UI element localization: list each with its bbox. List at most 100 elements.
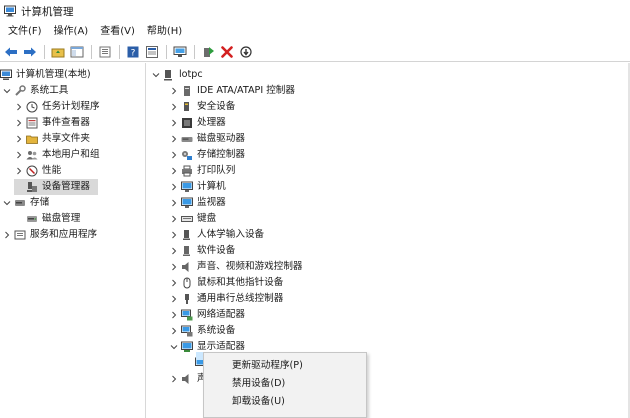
device-category-storage-controllers[interactable]: 存储控制器 bbox=[169, 147, 245, 163]
expand-arrow-icon[interactable] bbox=[169, 131, 179, 147]
device-category-computer[interactable]: 计算机 bbox=[169, 179, 226, 195]
device-root[interactable]: lotpc bbox=[151, 67, 203, 83]
processor-icon bbox=[181, 117, 193, 129]
tree-label: 服务和应用程序 bbox=[30, 229, 98, 240]
tree-item-root[interactable]: 计算机管理(本地) bbox=[0, 67, 91, 83]
device-category-software-devices[interactable]: 软件设备 bbox=[169, 243, 235, 259]
device-category-system-devices[interactable]: 系统设备 bbox=[169, 323, 235, 339]
toolbar-separator bbox=[166, 44, 167, 59]
device-category-label: 系统设备 bbox=[197, 325, 236, 336]
disk-management-icon bbox=[26, 213, 38, 225]
device-category-disk-drives[interactable]: 磁盘驱动器 bbox=[169, 131, 245, 147]
tree-item-storage[interactable]: 存储 bbox=[2, 195, 49, 211]
device-category-label: 处理器 bbox=[197, 117, 226, 128]
device-category-mice[interactable]: 鼠标和其他指针设备 bbox=[169, 275, 283, 291]
device-category-usb[interactable]: 通用串行总线控制器 bbox=[169, 291, 283, 307]
menu-help[interactable]: 帮助(H) bbox=[141, 23, 188, 41]
expand-arrow-icon[interactable] bbox=[169, 115, 179, 131]
expand-arrow-icon[interactable] bbox=[169, 291, 179, 307]
expand-arrow-icon[interactable] bbox=[169, 179, 179, 195]
menu-file[interactable]: 文件(F) bbox=[2, 23, 48, 41]
device-category-sound[interactable]: 声音、视频和游戏控制器 bbox=[169, 259, 303, 275]
device-category-print-queues[interactable]: 打印队列 bbox=[169, 163, 235, 179]
system-device-icon bbox=[181, 325, 193, 337]
collapse-arrow-icon[interactable] bbox=[151, 67, 161, 83]
expand-arrow-icon[interactable] bbox=[169, 195, 179, 211]
back-arrow-icon[interactable] bbox=[2, 43, 20, 61]
up-folder-icon[interactable] bbox=[49, 43, 67, 61]
expand-arrow-icon[interactable] bbox=[169, 99, 179, 115]
expand-arrow-icon[interactable] bbox=[2, 227, 12, 243]
update-driver-icon[interactable] bbox=[199, 43, 217, 61]
collapse-arrow-icon[interactable] bbox=[169, 339, 179, 355]
show-hide-tree-icon[interactable] bbox=[68, 43, 86, 61]
tree-item-disk-management[interactable]: 磁盘管理 bbox=[26, 211, 80, 227]
computer-monitor-icon[interactable] bbox=[171, 43, 189, 61]
collapse-arrow-icon[interactable] bbox=[2, 83, 12, 99]
expand-arrow-icon[interactable] bbox=[169, 323, 179, 339]
tree-item-shared-folders[interactable]: 共享文件夹 bbox=[14, 131, 90, 147]
event-log-icon bbox=[26, 117, 38, 129]
shared-folder-icon bbox=[26, 133, 38, 145]
expand-arrow-icon[interactable] bbox=[14, 99, 24, 115]
device-category-label: IDE ATA/ATAPI 控制器 bbox=[197, 85, 295, 96]
device-category-processor[interactable]: 处理器 bbox=[169, 115, 226, 131]
computer-monitor-icon bbox=[181, 181, 193, 193]
device-category-ide[interactable]: IDE ATA/ATAPI 控制器 bbox=[169, 83, 295, 99]
device-category-network-adapters[interactable]: 网络适配器 bbox=[169, 307, 245, 323]
expand-arrow-icon[interactable] bbox=[169, 211, 179, 227]
help-icon[interactable]: ? bbox=[124, 43, 142, 61]
expand-arrow-icon[interactable] bbox=[169, 259, 179, 275]
device-category-keyboards[interactable]: 键盘 bbox=[169, 211, 216, 227]
menu-action[interactable]: 操作(A) bbox=[48, 23, 95, 41]
collapse-arrow-icon[interactable] bbox=[2, 195, 12, 211]
uninstall-x-icon[interactable] bbox=[218, 43, 236, 61]
speaker-icon bbox=[181, 373, 193, 385]
tree-label: 计算机管理(本地) bbox=[16, 69, 91, 80]
expand-arrow-icon[interactable] bbox=[14, 115, 24, 131]
computer-name: lotpc bbox=[179, 69, 203, 80]
computer-management-icon bbox=[0, 69, 12, 81]
toolbar-separator bbox=[91, 44, 92, 59]
expand-arrow-icon[interactable] bbox=[169, 83, 179, 99]
context-update-driver[interactable]: 更新驱动程序(P) bbox=[204, 357, 366, 375]
disable-device-icon[interactable] bbox=[237, 43, 255, 61]
device-category-hid[interactable]: 人体学输入设备 bbox=[169, 227, 264, 243]
display-adapter-icon bbox=[181, 341, 193, 353]
window-title: 计算机管理 bbox=[21, 5, 74, 18]
monitor-icon bbox=[181, 197, 193, 209]
device-category-monitors[interactable]: 监视器 bbox=[169, 195, 226, 211]
tree-item-event-viewer[interactable]: 事件查看器 bbox=[14, 115, 90, 131]
context-disable-device[interactable]: 禁用设备(D) bbox=[204, 375, 366, 393]
tree-label: 设备管理器 bbox=[42, 181, 90, 192]
expand-arrow-icon[interactable] bbox=[169, 275, 179, 291]
expand-arrow-icon[interactable] bbox=[169, 227, 179, 243]
expand-arrow-icon[interactable] bbox=[169, 163, 179, 179]
context-uninstall-device[interactable]: 卸载设备(U) bbox=[204, 393, 366, 411]
properties-icon[interactable] bbox=[143, 43, 161, 61]
expand-arrow-icon[interactable] bbox=[169, 243, 179, 259]
expand-arrow-icon[interactable] bbox=[14, 147, 24, 163]
device-category-security[interactable]: 安全设备 bbox=[169, 99, 235, 115]
device-category-label: 声音、视频和游戏控制器 bbox=[197, 261, 303, 272]
expand-arrow-icon[interactable] bbox=[14, 131, 24, 147]
expand-arrow-icon[interactable] bbox=[169, 147, 179, 163]
expand-arrow-icon[interactable] bbox=[169, 371, 179, 387]
menu-view[interactable]: 查看(V) bbox=[94, 23, 141, 41]
tree-item-system-tools[interactable]: 系统工具 bbox=[2, 83, 68, 99]
export-list-icon[interactable] bbox=[96, 43, 114, 61]
expand-arrow-icon[interactable] bbox=[14, 163, 24, 179]
clock-icon bbox=[26, 101, 38, 113]
expand-arrow-icon[interactable] bbox=[169, 307, 179, 323]
tree-item-device-manager[interactable]: 设备管理器 bbox=[14, 179, 98, 195]
tree-item-services-apps[interactable]: 服务和应用程序 bbox=[2, 227, 97, 243]
forward-arrow-icon[interactable] bbox=[21, 43, 39, 61]
performance-icon bbox=[26, 165, 38, 177]
toolbar: ? bbox=[0, 42, 630, 62]
tree-item-task-scheduler[interactable]: 任务计划程序 bbox=[14, 99, 100, 115]
hid-device-icon bbox=[181, 229, 193, 241]
device-category-label: 软件设备 bbox=[197, 245, 236, 256]
tree-item-local-users-groups[interactable]: 本地用户和组 bbox=[14, 147, 100, 163]
tree-item-performance[interactable]: 性能 bbox=[14, 163, 61, 179]
device-category-partial[interactable]: 声 bbox=[169, 371, 207, 387]
